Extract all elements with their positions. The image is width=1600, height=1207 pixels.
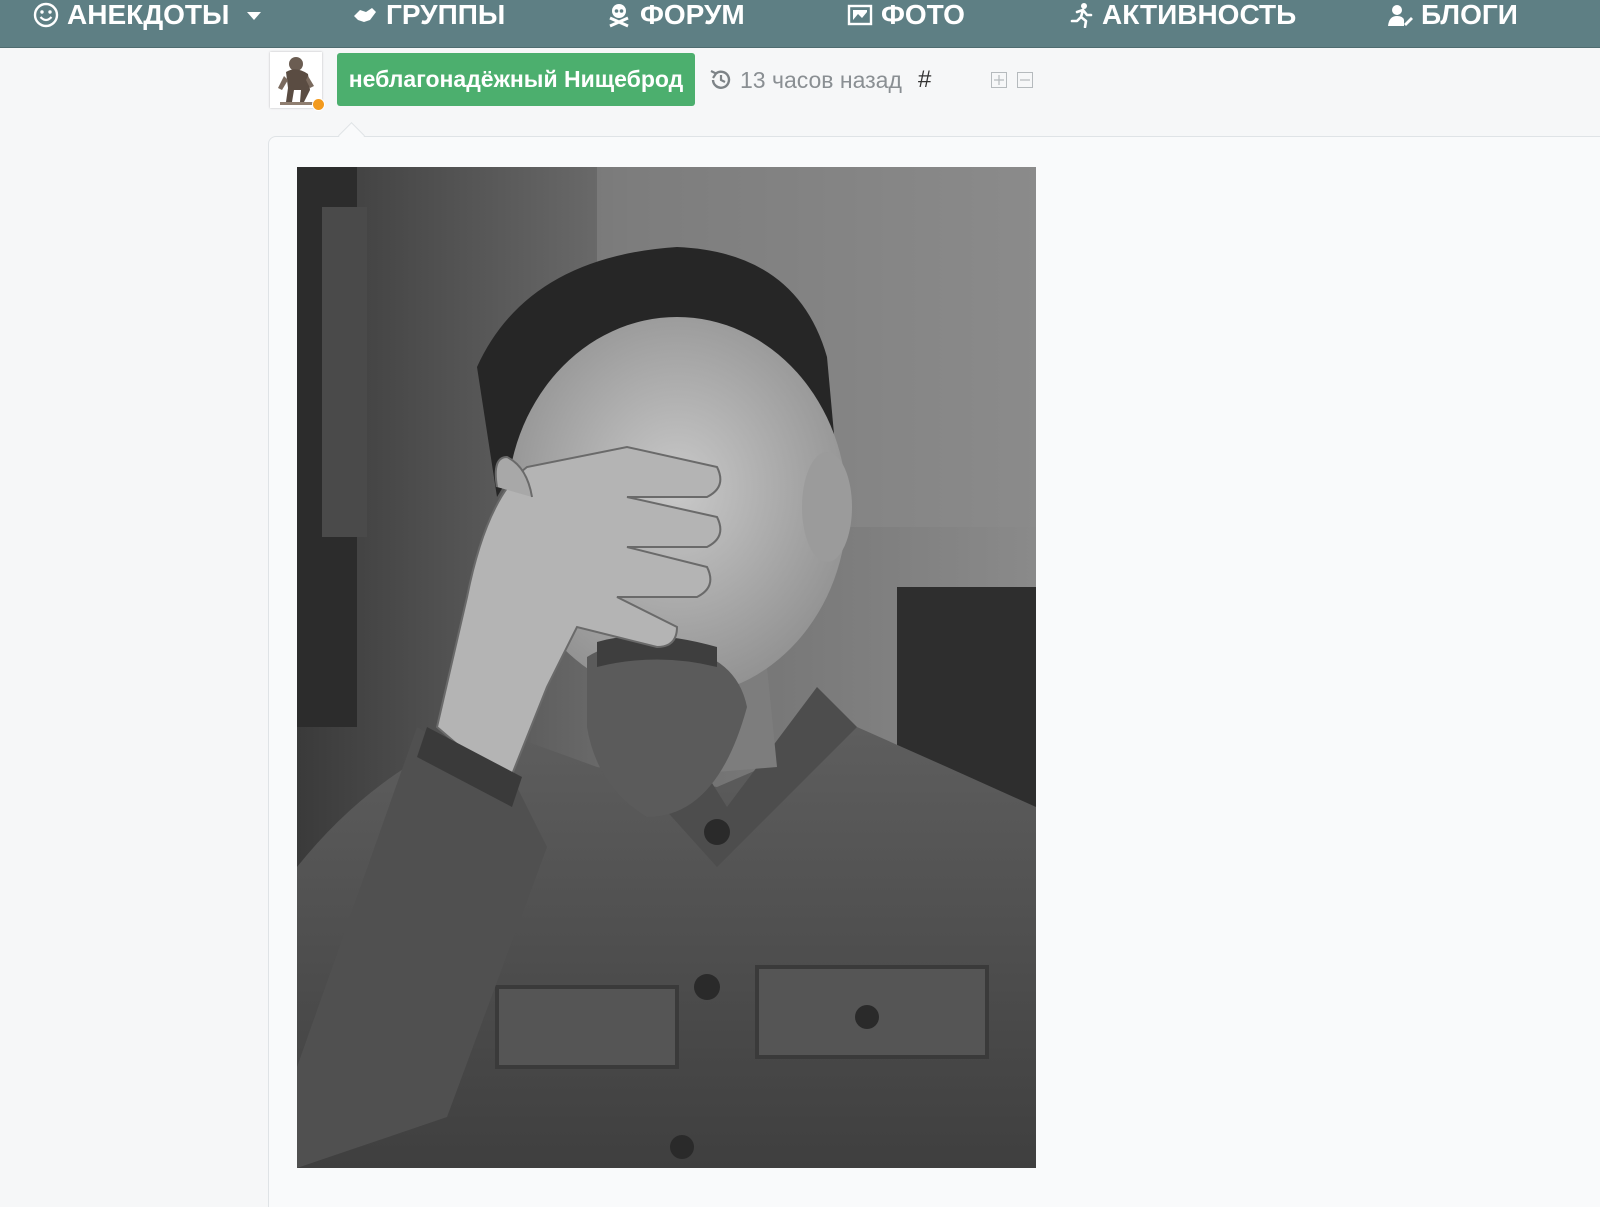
skull-crossbones-icon: [606, 2, 632, 28]
author-name-button[interactable]: неблагонадёжный Нищеброд: [337, 53, 695, 106]
post-timestamp: 13 часов назад: [708, 64, 902, 96]
nav-item-anekdoty[interactable]: АНЕКДОТЫ: [33, 0, 262, 30]
top-navigation: АНЕКДОТЫ ГРУППЫ ФОРУМ ФОТО АКТИВНОСТЬ БЛ…: [0, 0, 1600, 48]
smiley-icon: [33, 2, 59, 28]
online-status-dot: [312, 98, 325, 111]
nav-label: АНЕКДОТЫ: [67, 0, 230, 30]
nav-label: ФОТО: [881, 0, 965, 30]
nav-item-blogi[interactable]: БЛОГИ: [1387, 0, 1518, 30]
running-man-icon: [1068, 2, 1094, 28]
collapse-minus-icon[interactable]: [1017, 72, 1033, 88]
permalink-hash[interactable]: #: [918, 64, 931, 96]
nav-label: ФОРУМ: [640, 0, 745, 30]
user-edit-icon: [1387, 2, 1413, 28]
expand-plus-icon[interactable]: [991, 72, 1007, 88]
nav-label: АКТИВНОСТЬ: [1102, 0, 1297, 30]
nav-item-gruppy[interactable]: ГРУППЫ: [352, 0, 505, 30]
nav-label: ГРУППЫ: [386, 0, 506, 30]
post-time-text: 13 часов назад: [740, 66, 902, 93]
handshake-icon: [352, 2, 378, 28]
chevron-down-icon: [247, 12, 262, 20]
nav-label: БЛОГИ: [1421, 0, 1518, 30]
nav-item-foto[interactable]: ФОТО: [847, 0, 965, 30]
nav-item-aktivnost[interactable]: АКТИВНОСТЬ: [1068, 0, 1296, 30]
post-image-facepalm-photo[interactable]: [297, 167, 1036, 1168]
nav-item-forum[interactable]: ФОРУМ: [606, 0, 745, 30]
history-clock-icon: [708, 67, 734, 93]
avatar[interactable]: [270, 52, 325, 111]
photo-icon: [847, 2, 873, 28]
